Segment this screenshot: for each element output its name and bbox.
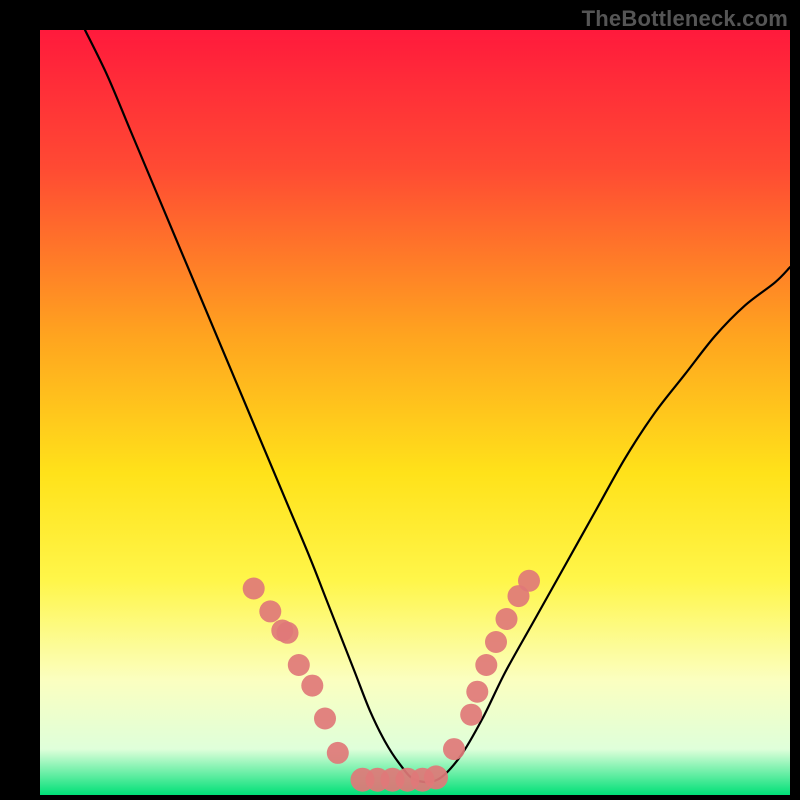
marker-right-markers xyxy=(496,608,518,630)
marker-right-markers xyxy=(443,738,465,760)
bottleneck-chart xyxy=(0,0,800,800)
marker-left-markers xyxy=(288,654,310,676)
marker-bottom-markers xyxy=(424,765,448,789)
marker-left-markers xyxy=(277,622,299,644)
marker-right-markers xyxy=(518,570,540,592)
marker-right-markers xyxy=(475,654,497,676)
chart-container: TheBottleneck.com xyxy=(0,0,800,800)
plot-background xyxy=(40,30,790,795)
marker-left-markers xyxy=(301,675,323,697)
marker-left-markers xyxy=(243,578,265,600)
marker-left-markers xyxy=(314,708,336,730)
marker-left-markers xyxy=(259,600,281,622)
marker-right-markers xyxy=(460,704,482,726)
marker-right-markers xyxy=(485,631,507,653)
marker-right-markers xyxy=(466,681,488,703)
marker-left-markers xyxy=(327,742,349,764)
